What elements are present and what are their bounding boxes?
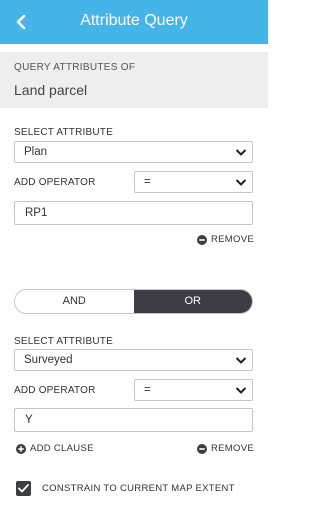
attribute-select-2[interactable]: Surveyed [14,349,253,371]
layer-info-panel: QUERY ATTRIBUTES OF Land parcel [0,52,268,108]
select-attribute-label: SELECT ATTRIBUTE [14,336,113,347]
add-operator-label: ADD OPERATOR [14,177,96,188]
value-input-text: RP1 [25,207,48,219]
remove-label: REMOVE [211,234,254,245]
remove-label: REMOVE [211,443,254,454]
operator-select-value: = [144,176,151,188]
plus-circle-icon [16,443,26,454]
value-input-2[interactable]: Y [14,408,253,432]
header-bar: Attribute Query [0,0,268,44]
operator-select-1[interactable]: = [134,171,253,193]
remove-clause-1-button[interactable]: REMOVE [197,234,254,245]
chevron-down-icon [235,149,247,156]
attribute-select-1[interactable]: Plan [14,141,253,163]
toggle-or-button[interactable]: OR [133,290,252,313]
constrain-extent-checkbox[interactable] [16,481,31,496]
toggle-and-button[interactable]: AND [15,290,134,313]
attribute-select-value: Surveyed [24,354,73,366]
minus-circle-icon [197,443,207,454]
add-operator-label: ADD OPERATOR [14,385,96,396]
checkmark-icon [18,484,29,493]
add-clause-label: ADD CLAUSE [30,443,94,454]
layer-name: Land parcel [14,82,88,98]
chevron-down-icon [235,387,247,394]
add-clause-button[interactable]: ADD CLAUSE [16,443,94,454]
and-or-toggle: AND OR [14,289,253,314]
operator-select-2[interactable]: = [134,379,253,401]
value-input-text: Y [25,414,33,426]
select-attribute-label: SELECT ATTRIBUTE [14,127,113,138]
value-input-1[interactable]: RP1 [14,201,253,225]
constrain-extent-label: CONSTRAIN TO CURRENT MAP EXTENT [42,483,235,494]
chevron-down-icon [235,179,247,186]
remove-clause-2-button[interactable]: REMOVE [197,443,254,454]
minus-circle-icon [197,234,207,245]
attribute-select-value: Plan [24,146,48,158]
page-title: Attribute Query [80,12,188,29]
operator-select-value: = [144,384,151,396]
chevron-down-icon [235,357,247,364]
layer-caption: QUERY ATTRIBUTES OF [14,62,136,73]
